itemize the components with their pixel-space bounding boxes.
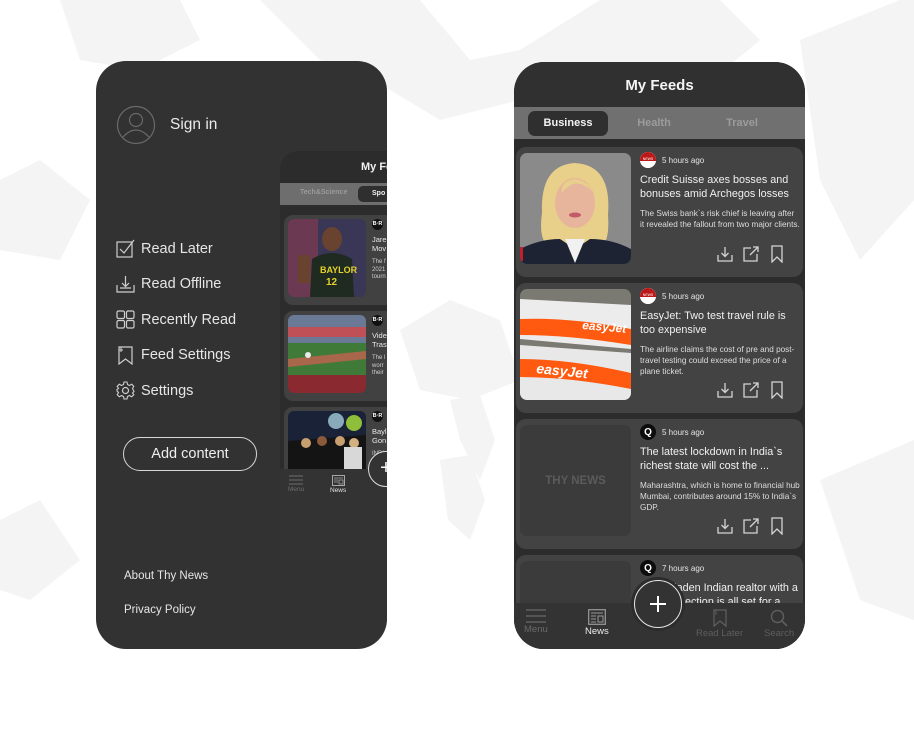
- user-avatar-icon: [116, 105, 156, 145]
- nav-news[interactable]: News: [585, 609, 609, 637]
- mini-bottom-nav: Menu News: [280, 469, 387, 561]
- article-title[interactable]: EasyJet: Two test travel rule is too exp…: [640, 309, 800, 337]
- svg-text:NEWS: NEWS: [643, 157, 654, 161]
- privacy-policy-link[interactable]: Privacy Policy: [124, 604, 196, 616]
- baseball-stadium-photo: [288, 315, 366, 393]
- nav-read-later[interactable]: Read Later: [696, 609, 743, 639]
- grid-icon: [116, 310, 135, 329]
- plus-icon: [650, 596, 666, 612]
- drawer-item-feed-settings[interactable]: Feed Settings: [116, 338, 236, 374]
- article-actions: [716, 381, 786, 399]
- bookmark-icon[interactable]: [768, 381, 786, 399]
- article-time: 7 hours ago: [662, 563, 705, 573]
- category-tabs: Business Health Travel: [514, 107, 805, 139]
- hamburger-icon: [289, 475, 304, 485]
- about-link[interactable]: About Thy News: [124, 570, 208, 582]
- article-card[interactable]: NEWS 5 hours ago Credit Suisse axes boss…: [516, 147, 803, 277]
- mini-article-card[interactable]: B·R Vide Tras The l worr their: [284, 311, 387, 401]
- svg-text:12: 12: [326, 277, 338, 288]
- article-card[interactable]: easyJet easyJet NEWS 5 hours ago EasyJet…: [516, 283, 803, 413]
- drawer-item-read-offline[interactable]: Read Offline: [116, 267, 236, 303]
- article-meta: Q 5 hours ago: [640, 424, 704, 440]
- share-external-icon[interactable]: [742, 517, 760, 535]
- quartz-logo: Q: [640, 560, 656, 576]
- article-feed[interactable]: NEWS 5 hours ago Credit Suisse axes boss…: [514, 139, 805, 649]
- article-meta: NEWS 5 hours ago: [640, 288, 704, 304]
- tab-business[interactable]: Business: [528, 111, 608, 136]
- mini-tab-bar: Tech&Science Spo: [280, 183, 387, 205]
- article-meta: Q 7 hours ago: [640, 560, 704, 576]
- bbc-news-logo: NEWS: [640, 152, 656, 168]
- article-description: The Swiss bank`s risk chief is leaving a…: [640, 209, 800, 229]
- download-icon[interactable]: [716, 381, 734, 399]
- bleacher-report-logo: B·R: [372, 219, 383, 230]
- article-description: Maharashtra, which is home to financial …: [640, 481, 800, 512]
- bleacher-report-logo: B·R: [372, 411, 383, 422]
- bookmark-icon[interactable]: [768, 517, 786, 535]
- sign-in-row[interactable]: Sign in: [116, 105, 217, 145]
- checkbox-icon: [116, 239, 135, 258]
- mini-feed-title: My Fe: [361, 161, 387, 173]
- article-time: 5 hours ago: [662, 291, 705, 301]
- app-header: My Feeds: [514, 62, 805, 107]
- drawer-item-read-later[interactable]: Read Later: [116, 231, 236, 267]
- quartz-logo: Q: [640, 424, 656, 440]
- article-image-easyjet: easyJet easyJet: [520, 289, 631, 400]
- gear-icon: [116, 381, 135, 400]
- search-icon: [770, 609, 788, 627]
- drawer-screen: My Fe Tech&Science Spo BAYLOR 12 B·R Jare…: [96, 61, 387, 649]
- bbc-news-logo: NEWS: [640, 288, 656, 304]
- add-feed-fab[interactable]: [634, 580, 682, 628]
- article-title[interactable]: Credit Suisse axes bosses and bonuses am…: [640, 173, 800, 201]
- article-image-portrait: [520, 153, 631, 264]
- article-actions: [716, 517, 786, 535]
- feed-preview-behind-drawer[interactable]: My Fe Tech&Science Spo BAYLOR 12 B·R Jare…: [280, 151, 387, 561]
- download-tray-icon: [116, 275, 135, 293]
- drawer-item-recently-read[interactable]: Recently Read: [116, 302, 236, 338]
- newspaper-icon: [331, 475, 345, 486]
- bleacher-report-logo: B·R: [372, 315, 383, 326]
- nav-search[interactable]: Search: [764, 609, 794, 639]
- page-title: My Feeds: [625, 77, 694, 94]
- tab-health[interactable]: Health: [624, 107, 684, 139]
- bookmark-icon[interactable]: [768, 245, 786, 263]
- bookmark-ribbon-icon: [712, 609, 727, 627]
- mini-article-title: Jare Mov: [372, 235, 387, 253]
- article-title[interactable]: The latest lockdown in India`s richest s…: [640, 445, 800, 473]
- basketball-player-photo: BAYLOR 12: [288, 219, 366, 297]
- article-actions: [716, 245, 786, 263]
- download-icon[interactable]: [716, 245, 734, 263]
- mini-article-card[interactable]: BAYLOR 12 B·R Jare Mov The f 2021 tourn: [284, 215, 387, 305]
- article-description: The airline claims the cost of pre and p…: [640, 345, 795, 376]
- hamburger-icon: [525, 609, 546, 623]
- drawer-menu: Read Later Read Offline Recently Read Fe…: [116, 231, 236, 409]
- download-icon[interactable]: [716, 517, 734, 535]
- mini-tab-sports[interactable]: Spo: [358, 186, 387, 202]
- newspaper-icon: [587, 609, 606, 625]
- bookmark-ribbon-icon: [118, 346, 133, 365]
- mini-tab-tech-science[interactable]: Tech&Science: [300, 189, 347, 196]
- share-external-icon[interactable]: [742, 245, 760, 263]
- article-time: 5 hours ago: [662, 155, 705, 165]
- tab-travel[interactable]: Travel: [712, 107, 772, 139]
- mini-article-desc: The l worr their: [372, 355, 386, 376]
- drawer-item-settings[interactable]: Settings: [116, 373, 236, 409]
- svg-text:NEWS: NEWS: [643, 293, 654, 297]
- mini-nav-menu[interactable]: Menu: [288, 475, 304, 493]
- share-external-icon[interactable]: [742, 381, 760, 399]
- article-time: 5 hours ago: [662, 427, 705, 437]
- article-image-placeholder: THY NEWS: [520, 425, 631, 536]
- my-feeds-screen: My Feeds Business Health Travel NEWS 5 h…: [514, 62, 805, 649]
- article-card[interactable]: THY NEWS Q 5 hours ago The latest lockdo…: [516, 419, 803, 549]
- mini-article-desc: The f 2021 tourn: [372, 259, 386, 280]
- article-meta: NEWS 5 hours ago: [640, 152, 704, 168]
- mini-nav-news[interactable]: News: [330, 475, 346, 494]
- sign-in-label: Sign in: [170, 116, 218, 133]
- svg-text:BAYLOR: BAYLOR: [320, 265, 358, 275]
- mini-article-title: Vide Tras: [372, 331, 387, 349]
- mini-article-title: Bayl Gon: [372, 427, 387, 445]
- nav-menu[interactable]: Menu: [524, 609, 548, 635]
- add-content-button[interactable]: Add content: [123, 437, 257, 471]
